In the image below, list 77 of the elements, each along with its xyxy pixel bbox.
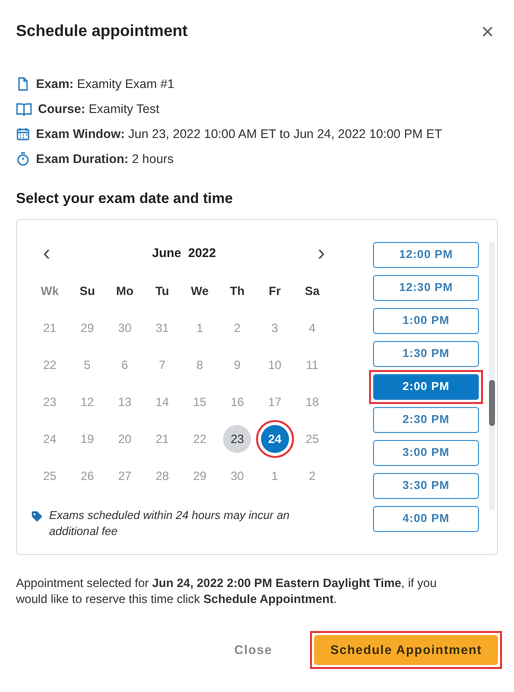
week-number: 23 — [43, 394, 56, 408]
detail-text: Exam: Examity Exam #1 — [36, 77, 174, 91]
schedule-button[interactable]: Schedule Appointment — [314, 635, 498, 665]
scrollbar-thumb[interactable] — [489, 380, 495, 426]
calendar-day[interactable]: 30 — [110, 314, 139, 342]
calendar-day[interactable]: 23 — [223, 424, 252, 452]
calendar-day[interactable]: 21 — [148, 424, 176, 452]
week-number: 22 — [43, 358, 56, 372]
month-title: June 2022 — [152, 246, 216, 260]
calendar-icon — [16, 127, 30, 141]
calendar-day[interactable]: 7 — [148, 350, 176, 378]
calendar-day[interactable]: 3 — [260, 314, 289, 342]
calendar-day[interactable]: 14 — [148, 388, 176, 416]
calendar-day[interactable]: 1 — [260, 462, 289, 490]
calendar-day[interactable]: 15 — [186, 388, 214, 416]
weekday-header: Tu — [155, 284, 170, 298]
calendar-day[interactable]: 4 — [298, 314, 326, 342]
appointment-summary: Appointment selected for Jun 24, 2022 2:00 PM Eastern Daylight Time, if you would like to reserve this time click Schedule Appointment. — [16, 575, 438, 607]
week-header: Wk — [40, 284, 59, 298]
dialog-title: Schedule appointment — [16, 23, 188, 41]
tag-icon — [31, 510, 44, 523]
calendar-day[interactable]: 18 — [298, 388, 326, 416]
stopwatch-icon — [16, 152, 30, 166]
time-slot[interactable]: 12:30 PM — [373, 275, 479, 301]
calendar-day[interactable]: 16 — [223, 388, 252, 416]
calendar-day[interactable]: 22 — [186, 424, 214, 452]
calendar-day[interactable]: 30 — [223, 462, 252, 490]
detail-text: Exam Duration: 2 hours — [36, 152, 174, 166]
weekday-header: Fr — [268, 284, 281, 298]
calendar-day[interactable]: 12 — [73, 388, 102, 416]
calendar-day[interactable]: 19 — [73, 424, 102, 452]
time-slot[interactable]: 2:00 PM — [373, 374, 479, 400]
calendar-day[interactable]: 27 — [110, 462, 139, 490]
calendar-day[interactable]: 9 — [223, 350, 252, 378]
calendar-day[interactable]: 2 — [298, 462, 326, 490]
calendar-day[interactable]: 10 — [260, 350, 289, 378]
detail-text: Course: Examity Test — [38, 102, 160, 116]
close-text-button[interactable]: Close — [218, 635, 288, 665]
weekday-header: Sa — [304, 284, 320, 298]
calendar-day[interactable]: 26 — [73, 462, 102, 490]
week-number: 25 — [43, 468, 56, 482]
week-number: 21 — [43, 320, 56, 334]
document-icon — [16, 77, 30, 91]
week-number: 24 — [43, 432, 56, 446]
calendar-day[interactable]: 13 — [110, 388, 139, 416]
time-slot[interactable]: 12:00 PM — [373, 242, 479, 268]
calendar-day[interactable]: 31 — [148, 314, 176, 342]
calendar-day[interactable]: 11 — [298, 350, 326, 378]
detail-text: Exam Window: Jun 23, 2022 10:00 AM ET to Jun 24, 2022 10:00 PM ET — [36, 127, 442, 141]
calendar-day[interactable]: 2 — [223, 314, 252, 342]
next-month-button[interactable]: › — [314, 240, 329, 266]
time-slot[interactable]: 4:00 PM — [373, 506, 479, 532]
calendar-day[interactable]: 28 — [148, 462, 176, 490]
calendar-day[interactable]: 25 — [298, 424, 326, 452]
time-slot[interactable]: 1:00 PM — [373, 308, 479, 334]
section-title: Select your exam date and time — [16, 191, 234, 207]
calendar-day[interactable]: 20 — [110, 424, 139, 452]
calendar-day[interactable]: 24 — [260, 424, 289, 452]
close-button[interactable]: × — [477, 19, 498, 45]
calendar-day[interactable]: 8 — [186, 350, 214, 378]
time-slot[interactable]: 2:30 PM — [373, 407, 479, 433]
calendar-day[interactable]: 29 — [186, 462, 214, 490]
weekday-header: Mo — [116, 284, 134, 298]
time-slot[interactable]: 3:30 PM — [373, 473, 479, 499]
calendar-day[interactable]: 1 — [186, 314, 214, 342]
weekday-header: Th — [230, 284, 245, 298]
time-slot[interactable]: 3:00 PM — [373, 440, 479, 466]
book-icon — [16, 102, 32, 116]
time-slot[interactable]: 1:30 PM — [373, 341, 479, 367]
weekday-header: We — [190, 284, 209, 298]
calendar-day[interactable]: 17 — [260, 388, 289, 416]
calendar-day[interactable]: 5 — [73, 350, 102, 378]
weekday-header: Su — [80, 284, 95, 298]
calendar-day[interactable]: 29 — [73, 314, 102, 342]
calendar-day[interactable]: 6 — [110, 350, 139, 378]
previous-month-button[interactable]: ‹ — [39, 240, 54, 266]
fee-note: Exams scheduled within 24 hours may incur an additional fee — [49, 509, 290, 540]
